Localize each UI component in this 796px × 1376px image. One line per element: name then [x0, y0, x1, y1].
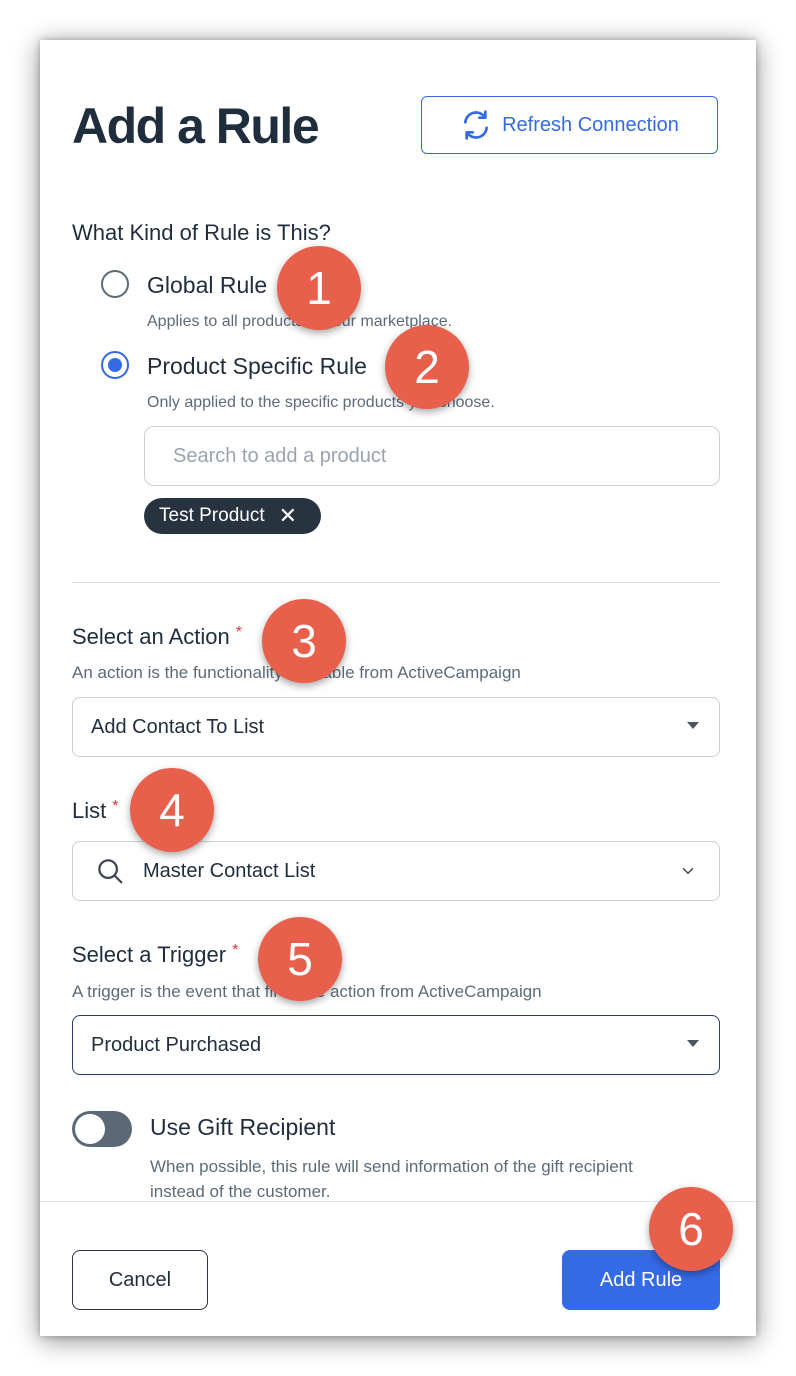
gift-recipient-label: Use Gift Recipient	[150, 1114, 336, 1140]
chevron-down-icon	[682, 868, 694, 874]
list-label-text: List	[72, 798, 107, 823]
action-select-value: Add Contact To List	[91, 715, 265, 738]
trigger-select-value: Product Purchased	[91, 1033, 262, 1056]
required-marker: *	[112, 798, 119, 815]
refresh-icon	[464, 110, 489, 140]
action-label-text: Select an Action	[72, 624, 230, 649]
global-rule-radio[interactable]	[101, 270, 129, 298]
required-marker: *	[235, 624, 243, 641]
step-badge-1: 1	[277, 246, 361, 330]
footer-divider	[40, 1201, 756, 1202]
product-chip-label: Test Product	[159, 505, 265, 526]
list-field-label: List *	[72, 798, 118, 824]
gift-recipient-description: When possible, this rule will send infor…	[150, 1157, 633, 1201]
step-badge-6: 6	[649, 1187, 733, 1271]
step-badge-3: 3	[262, 599, 346, 683]
toggle-knob	[75, 1114, 105, 1144]
required-marker: *	[232, 942, 239, 959]
caret-down-icon	[687, 722, 699, 729]
product-specific-rule-radio[interactable]	[101, 351, 129, 379]
add-rule-modal: Add a Rule Refresh Connection What Kind …	[40, 40, 756, 1336]
close-icon[interactable]: ✕	[279, 505, 297, 527]
action-select[interactable]: Add Contact To List	[72, 697, 720, 757]
gift-recipient-toggle[interactable]	[72, 1111, 132, 1147]
product-chip: Test Product ✕	[144, 498, 321, 534]
list-select-value: Master Contact List	[143, 859, 316, 882]
search-icon	[98, 859, 123, 884]
refresh-connection-button[interactable]: Refresh Connection	[421, 96, 718, 154]
trigger-select[interactable]: Product Purchased	[72, 1015, 720, 1075]
step-badge-4: 4	[130, 768, 214, 852]
page-title: Add a Rule	[72, 98, 320, 154]
trigger-field-label: Select a Trigger *	[72, 942, 238, 968]
refresh-connection-label: Refresh Connection	[502, 113, 679, 136]
action-field-label: Select an Action *	[72, 624, 242, 650]
step-badge-5: 5	[258, 917, 342, 1001]
cancel-button[interactable]: Cancel	[72, 1250, 208, 1310]
step-badge-2: 2	[385, 325, 469, 409]
global-rule-label[interactable]: Global Rule	[147, 272, 267, 299]
caret-down-icon	[687, 1040, 699, 1047]
section-divider	[72, 582, 720, 583]
trigger-label-text: Select a Trigger	[72, 942, 227, 967]
rule-type-question: What Kind of Rule is This?	[72, 220, 331, 245]
product-specific-rule-label[interactable]: Product Specific Rule	[147, 353, 367, 380]
product-search-input[interactable]	[144, 426, 720, 486]
